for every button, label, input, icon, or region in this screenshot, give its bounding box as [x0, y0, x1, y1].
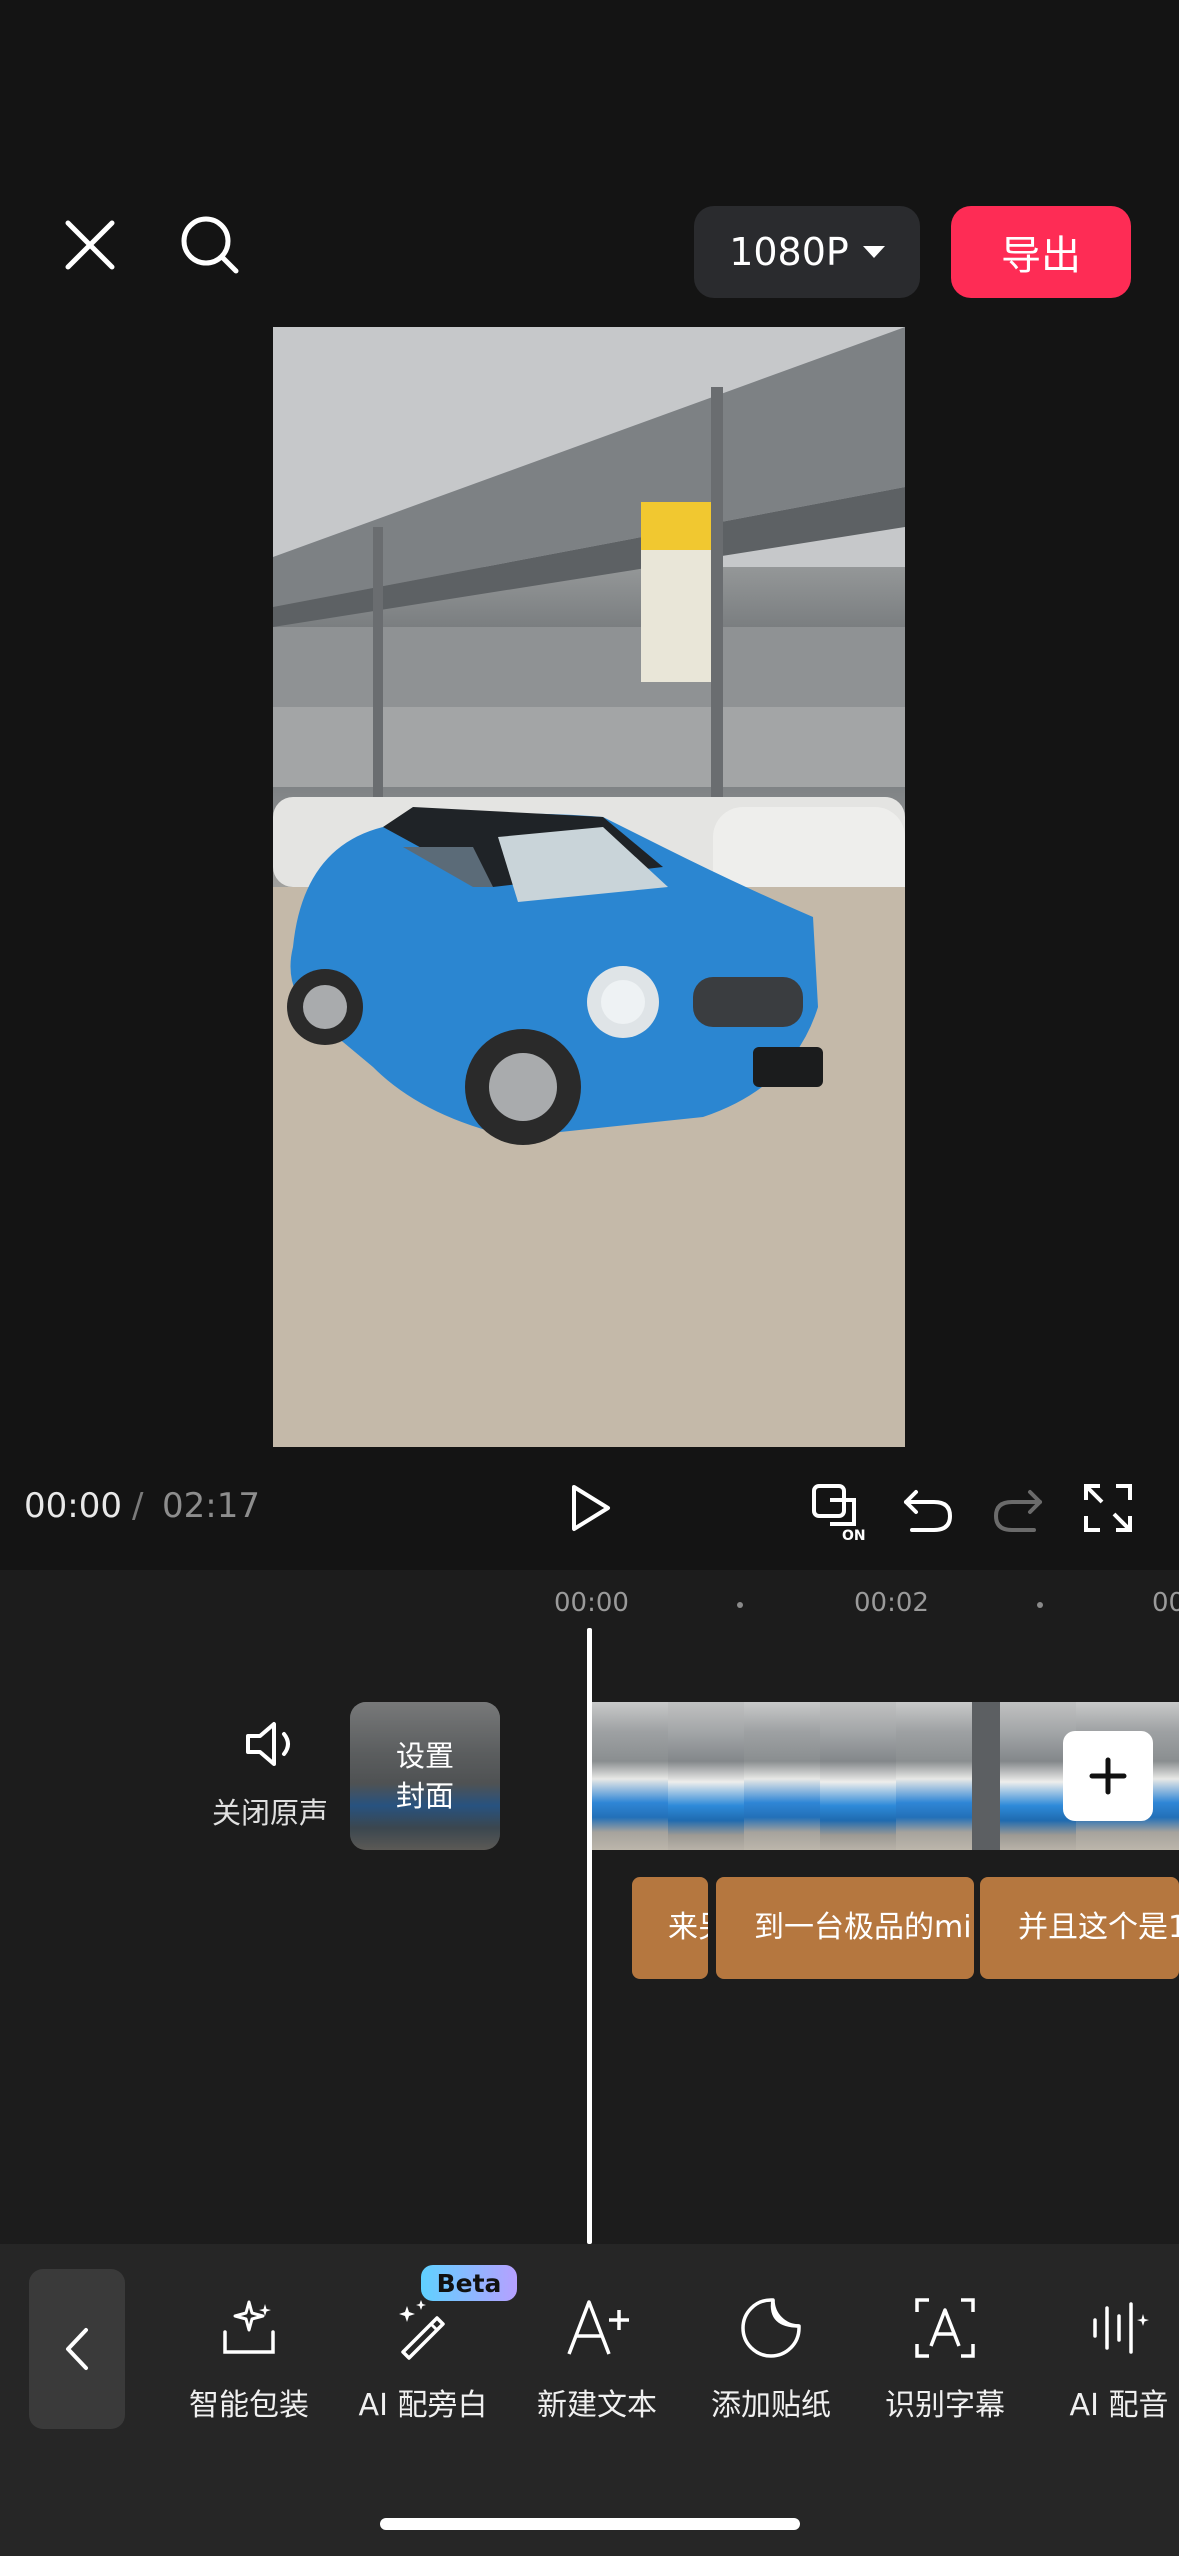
tool-new-text[interactable]: 新建文本 — [512, 2290, 682, 2424]
video-thumbnail — [820, 1702, 896, 1850]
video-preview[interactable] — [273, 327, 905, 1447]
video-thumbnail — [668, 1702, 744, 1850]
clip-divider — [972, 1702, 1000, 1850]
tool-label: 添加贴纸 — [711, 2388, 831, 2423]
play-button[interactable] — [560, 1478, 620, 1538]
home-indicator[interactable] — [380, 2518, 800, 2530]
mute-original-label[interactable]: 关闭原声 — [212, 1790, 328, 1832]
ruler-time-label: 00:0 — [1152, 1588, 1179, 1618]
auto-caption-toggle[interactable]: ON — [810, 1480, 874, 1544]
current-time: 00:00 — [24, 1486, 122, 1526]
tool-label: AI 配音 — [1069, 2388, 1169, 2423]
caption-clip[interactable]: 并且这个是1 — [980, 1877, 1179, 1979]
sparkle-box-icon — [164, 2290, 334, 2366]
chevron-left-icon — [66, 2328, 88, 2370]
resolution-dropdown[interactable]: 1080P — [694, 206, 920, 298]
svg-text:ON: ON — [842, 1528, 866, 1544]
tool-label: 识别字幕 — [885, 2388, 1005, 2423]
video-thumbnail — [896, 1702, 972, 1850]
caption-recognize-icon — [860, 2290, 1030, 2366]
close-button[interactable] — [50, 205, 130, 285]
undo-button[interactable] — [900, 1482, 960, 1542]
export-button[interactable]: 导出 — [951, 206, 1131, 298]
total-time: 02:17 — [162, 1486, 260, 1526]
speaker-icon — [246, 1722, 290, 1766]
ruler-dot — [1037, 1602, 1043, 1608]
search-icon — [181, 216, 239, 274]
search-button[interactable] — [170, 205, 250, 285]
tool-add-sticker[interactable]: 添加贴纸 — [686, 2290, 856, 2424]
preview-frame-image — [273, 327, 905, 1447]
tool-ai-dubbing[interactable]: AI 配音 — [1034, 2290, 1179, 2424]
caption-on-icon: ON — [812, 1484, 866, 1544]
tool-ai-narration[interactable]: AI 配旁白 — [338, 2290, 508, 2424]
undo-icon — [904, 1490, 953, 1532]
cover-label-line2: 封面 — [395, 1779, 454, 1813]
tool-label: AI 配旁白 — [358, 2388, 488, 2423]
ruler-time-label: 00:02 — [854, 1588, 929, 1618]
caption-clip[interactable]: 到一台极品的mini — [716, 1877, 974, 1979]
collapse-toolbar-button[interactable] — [29, 2269, 125, 2429]
cover-label-line1: 设置 — [395, 1739, 454, 1773]
video-thumbnail — [744, 1702, 820, 1850]
mute-original-button[interactable] — [244, 1718, 304, 1774]
caret-down-icon — [862, 246, 885, 258]
plus-icon — [1089, 1757, 1127, 1795]
resolution-value: 1080P — [729, 230, 849, 274]
ruler-dot — [737, 1602, 743, 1608]
tool-recognize-captions[interactable]: 识别字幕 — [860, 2290, 1030, 2424]
tool-label: 智能包装 — [189, 2388, 309, 2423]
close-icon — [65, 220, 115, 270]
video-thumbnail — [592, 1702, 668, 1850]
text-add-icon — [512, 2290, 682, 2366]
add-clip-button[interactable] — [1063, 1731, 1153, 1821]
ruler-time-label: 00:00 — [554, 1588, 629, 1618]
tool-smart-package[interactable]: 智能包装 — [164, 2290, 334, 2424]
play-icon — [572, 1485, 610, 1531]
beta-badge: Beta — [421, 2265, 517, 2301]
redo-button[interactable] — [990, 1482, 1050, 1542]
sticker-icon — [686, 2290, 856, 2366]
voice-wave-icon — [1034, 2290, 1179, 2366]
playhead[interactable] — [587, 1628, 592, 2244]
fullscreen-icon — [1084, 1484, 1132, 1532]
cover-label: 设置 封面 — [350, 1736, 500, 1816]
magic-wand-icon — [338, 2290, 508, 2366]
set-cover-button[interactable]: 设置 封面 — [350, 1702, 500, 1850]
caption-clip[interactable]: 来另 — [632, 1877, 708, 1979]
time-separator: / — [132, 1486, 144, 1526]
fullscreen-button[interactable] — [1082, 1482, 1142, 1542]
tool-label: 新建文本 — [537, 2388, 657, 2423]
redo-icon — [993, 1490, 1042, 1532]
